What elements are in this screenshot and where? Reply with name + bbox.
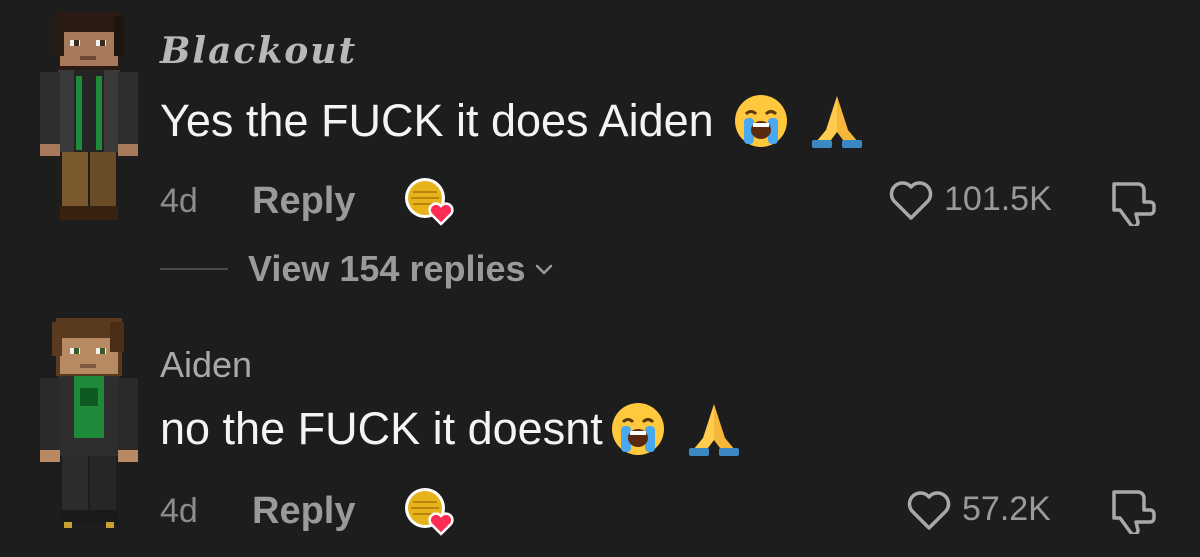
comment-meta: 4d Reply xyxy=(160,486,457,536)
view-replies-label: View 154 replies xyxy=(248,248,526,289)
comment-item: Blackout Yes the FUCK it does Aiden 4d R… xyxy=(0,0,1200,300)
creator-avatar-heart-icon xyxy=(405,488,455,536)
creator-avatar-heart-icon xyxy=(405,178,455,226)
creator-liked-badge xyxy=(401,176,457,226)
like-count: 101.5K xyxy=(944,179,1052,218)
like-button[interactable]: 101.5K xyxy=(886,176,1052,222)
view-replies-button[interactable]: View 154 replies xyxy=(160,248,556,290)
heart-outline-icon xyxy=(889,181,933,220)
chevron-down-icon xyxy=(535,264,552,275)
comment-username[interactable]: Blackout xyxy=(160,30,357,72)
thumbs-down-icon xyxy=(1112,490,1156,534)
replies-divider xyxy=(160,268,228,270)
comment-username[interactable]: Aiden xyxy=(160,344,252,386)
reply-button[interactable]: Reply xyxy=(252,180,355,223)
comment-timestamp: 4d xyxy=(160,181,198,220)
minecraft-character-avatar-icon xyxy=(40,12,138,220)
reply-button[interactable]: Reply xyxy=(252,490,355,533)
comment-meta: 4d Reply xyxy=(160,176,457,226)
comment-text-content: no the FUCK it doesnt xyxy=(160,403,603,454)
avatar[interactable] xyxy=(30,6,140,226)
thumbs-down-icon xyxy=(1112,182,1156,226)
comment-item: Aiden no the FUCK it doesnt 4d Reply 57.… xyxy=(0,300,1200,557)
comment-text-content: Yes the FUCK it does Aiden xyxy=(160,95,714,146)
folded-hands-icon xyxy=(808,92,866,150)
comment-timestamp: 4d xyxy=(160,491,198,530)
comment-text: no the FUCK it doesnt xyxy=(160,400,743,458)
creator-liked-badge xyxy=(401,486,457,536)
minecraft-character-avatar-icon xyxy=(40,318,138,528)
comment-text: Yes the FUCK it does Aiden xyxy=(160,92,866,150)
avatar[interactable] xyxy=(30,314,140,534)
like-count: 57.2K xyxy=(962,489,1051,528)
loudly-crying-face-icon xyxy=(609,400,667,458)
like-button[interactable]: 57.2K xyxy=(904,486,1051,532)
dislike-button[interactable] xyxy=(1108,176,1158,226)
dislike-button[interactable] xyxy=(1108,484,1158,534)
folded-hands-icon xyxy=(685,400,743,458)
heart-outline-icon xyxy=(907,491,951,530)
loudly-crying-face-icon xyxy=(732,92,790,150)
